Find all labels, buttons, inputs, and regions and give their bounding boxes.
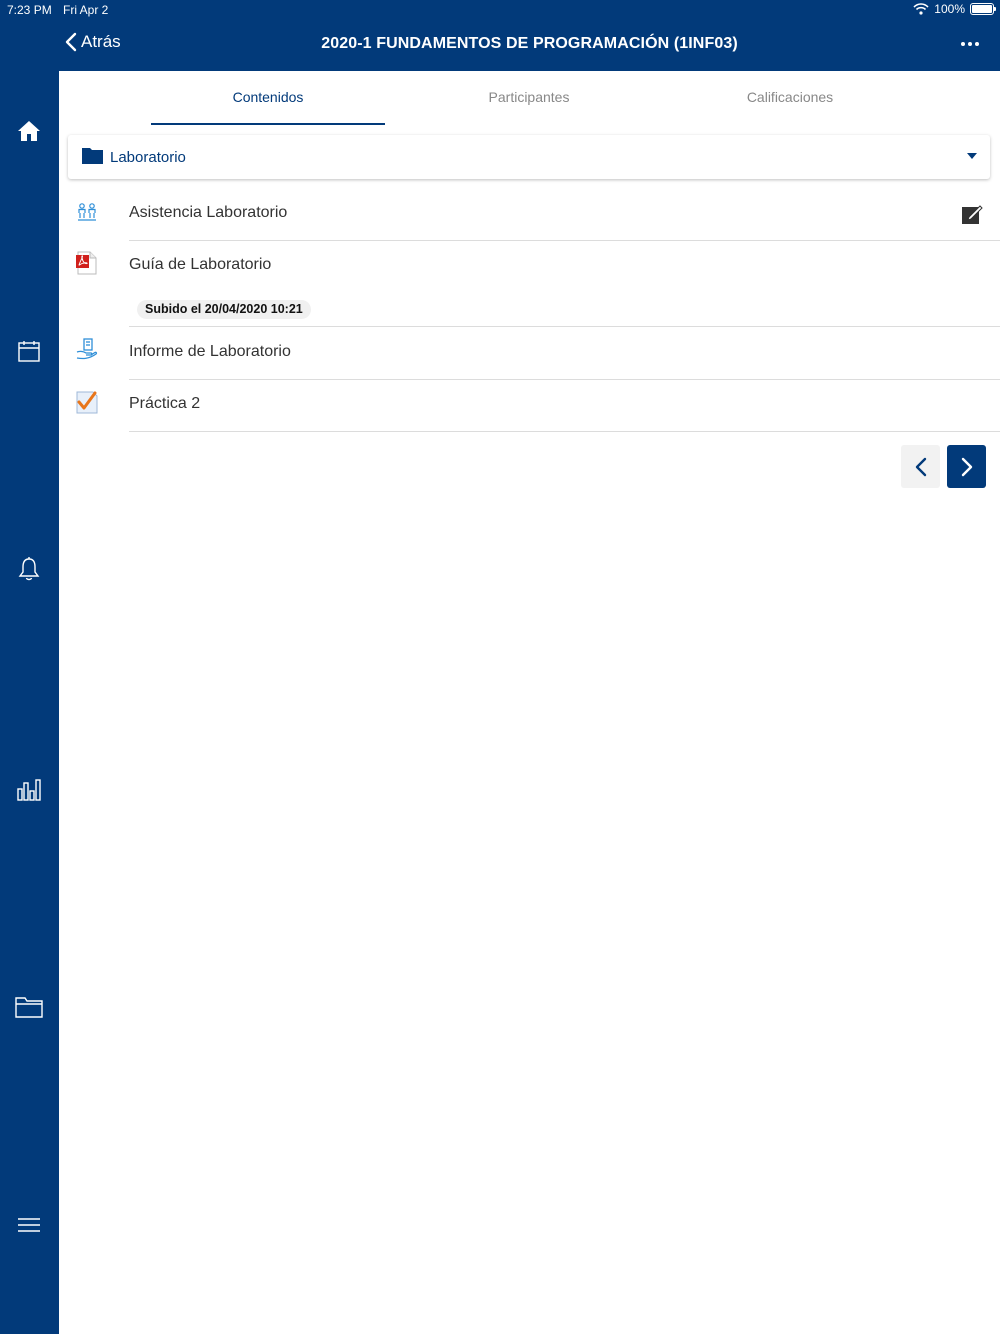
nav-bar: Atrás 2020-1 FUNDAMENTOS DE PROGRAMACIÓN…: [59, 20, 1000, 71]
folder-icon: [82, 148, 103, 164]
menu-icon[interactable]: [14, 1210, 44, 1240]
chevron-left-icon: [915, 457, 926, 476]
home-icon[interactable]: [14, 116, 44, 146]
edit-icon[interactable]: [961, 203, 983, 225]
previous-page-button[interactable]: [901, 445, 940, 488]
battery-percent: 100%: [934, 2, 965, 16]
upload-date-badge: Subido el 20/04/2020 10:21: [137, 300, 311, 319]
quiz-check-icon: [76, 391, 98, 414]
item-label: Práctica 2: [129, 395, 201, 412]
list-item[interactable]: Práctica 2: [59, 380, 1000, 432]
list-item[interactable]: Informe de Laboratorio: [59, 327, 1000, 380]
attendance-icon: [78, 203, 96, 221]
tab-calificaciones[interactable]: Calificaciones: [673, 89, 907, 105]
folder-selector[interactable]: Laboratorio: [68, 135, 990, 179]
folder-label: Laboratorio: [110, 149, 186, 166]
item-label: Guía de Laboratorio: [129, 256, 272, 273]
bar-chart-icon[interactable]: [14, 773, 44, 803]
item-label: Informe de Laboratorio: [129, 343, 291, 360]
page-title: 2020-1 FUNDAMENTOS DE PROGRAMACIÓN (1INF…: [321, 35, 738, 52]
next-page-button[interactable]: [947, 445, 986, 488]
status-bar: 7:23 PM Fri Apr 2 100%: [0, 0, 1000, 20]
calendar-icon[interactable]: [14, 336, 44, 366]
bell-icon[interactable]: [14, 554, 44, 584]
sidebar-rail: [0, 0, 59, 1334]
status-indicators: 100%: [913, 2, 996, 16]
battery-icon: [970, 3, 996, 15]
active-tab-indicator: [151, 123, 385, 125]
tab-contenidos[interactable]: Contenidos: [151, 89, 385, 105]
pdf-file-icon: [76, 251, 97, 275]
tab-participantes[interactable]: Participantes: [412, 89, 646, 105]
wifi-icon: [913, 3, 929, 15]
item-label: Asistencia Laboratorio: [129, 204, 288, 221]
divider: [129, 431, 1000, 432]
list-item[interactable]: Asistencia Laboratorio: [59, 189, 1000, 241]
chevron-right-icon: [961, 457, 972, 476]
more-options-button[interactable]: [958, 34, 982, 54]
assignment-submit-icon: [76, 338, 98, 360]
status-date: Fri Apr 2: [63, 3, 109, 17]
caret-down-icon: [967, 153, 977, 159]
tab-bar: Contenidos Participantes Calificaciones: [59, 71, 1000, 127]
folder-outline-icon[interactable]: [14, 992, 44, 1022]
status-time: 7:23 PM: [7, 3, 52, 17]
